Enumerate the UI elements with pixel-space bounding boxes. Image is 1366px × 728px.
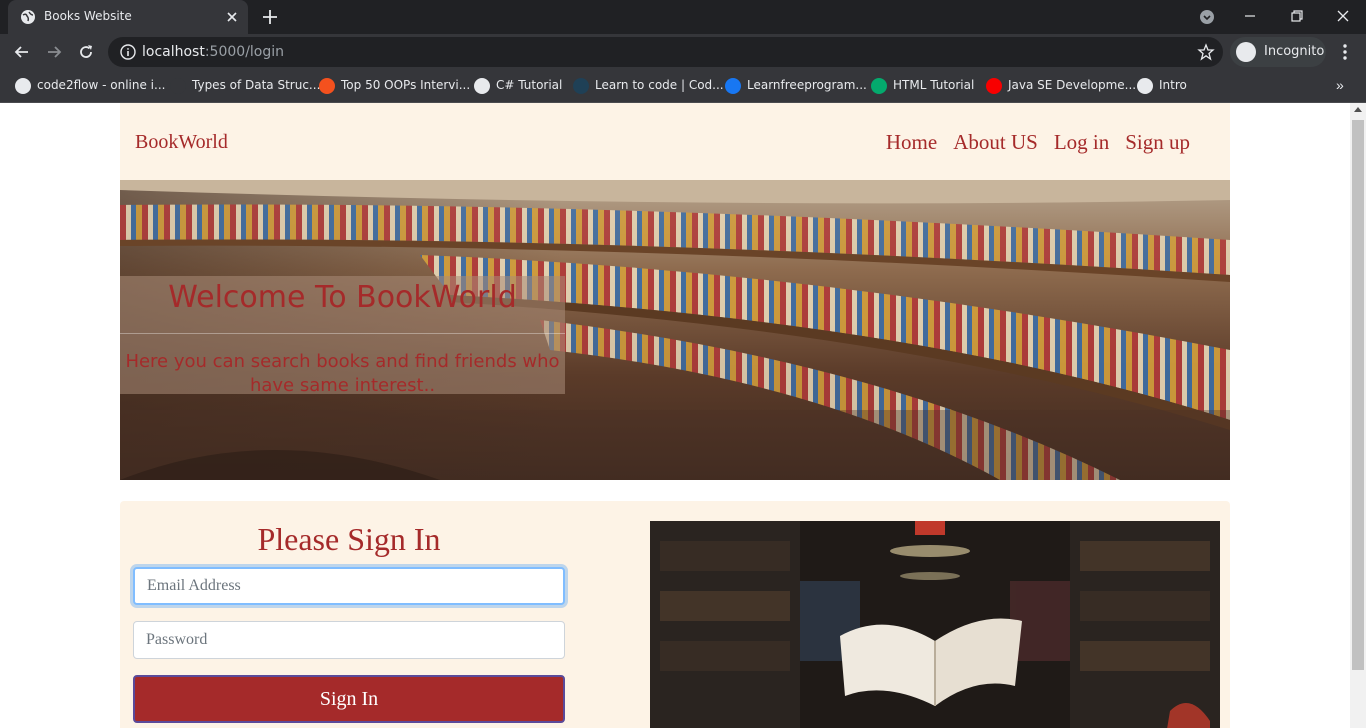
site-navbar: BookWorld Home About US Log in Sign up — [120, 103, 1230, 180]
nav-signup[interactable]: Sign up — [1125, 130, 1190, 155]
password-field[interactable] — [133, 621, 565, 659]
hero-title: Welcome To BookWorld — [168, 280, 517, 315]
minimize-icon[interactable] — [1238, 4, 1262, 28]
g-logo-icon — [319, 78, 335, 94]
bookmark-label: Java SE Developme... — [1008, 78, 1137, 92]
facebook-icon — [725, 78, 741, 94]
browser-tab[interactable]: Books Website — [8, 0, 248, 34]
address-bar[interactable]: localhost:5000/login — [108, 37, 1223, 67]
site-info-icon[interactable] — [120, 44, 136, 60]
bookmark-star-icon[interactable] — [1197, 43, 1215, 61]
globe-icon — [1137, 78, 1153, 94]
email-field[interactable] — [133, 567, 565, 605]
hero-divider — [120, 333, 565, 334]
bookmark-label: Types of Data Struc... — [192, 78, 321, 92]
bookmark-label: HTML Tutorial — [893, 78, 975, 92]
globe-icon — [474, 78, 490, 94]
site-brand[interactable]: BookWorld — [135, 131, 228, 154]
nav-links: Home About US Log in Sign up — [886, 130, 1190, 155]
hero-caption: Welcome To BookWorld Here you can search… — [120, 276, 565, 396]
bookmark-label: Intro — [1159, 78, 1187, 92]
bookmark-label: Learn to code | Cod... — [595, 78, 724, 92]
page-scrollbar[interactable] — [1350, 103, 1366, 728]
library-book-image — [650, 521, 1220, 728]
scrollbar-thumb[interactable] — [1352, 120, 1364, 670]
hero-banner: Welcome To BookWorld Here you can search… — [120, 180, 1230, 480]
nav-login[interactable]: Log in — [1054, 130, 1109, 155]
url-host: localhost — [142, 44, 205, 60]
nav-about[interactable]: About US — [953, 130, 1038, 155]
close-tab-icon[interactable] — [224, 9, 240, 25]
forward-arrow-icon[interactable] — [44, 42, 64, 62]
hero-subtitle: Here you can search books and find frien… — [125, 351, 560, 396]
signin-section: Please Sign In Sign In — [120, 501, 1230, 728]
incognito-icon — [1236, 42, 1256, 62]
signin-button[interactable]: Sign In — [133, 675, 565, 723]
browser-toolbar: localhost:5000/login Incognito — [0, 34, 1366, 70]
globe-icon — [21, 10, 35, 24]
tab-search-icon[interactable] — [1198, 8, 1216, 26]
bookmark-label: code2flow - online i... — [37, 78, 166, 92]
reload-icon[interactable] — [76, 42, 96, 62]
signin-title: Please Sign In — [257, 521, 441, 557]
restore-icon[interactable] — [1285, 4, 1309, 28]
incognito-label: Incognito — [1264, 44, 1325, 59]
bookmark-label: Top 50 OOPs Intervi... — [341, 78, 471, 92]
bookmarks-bar: code2flow - online i... Types of Data St… — [0, 70, 1366, 103]
url-text[interactable]: localhost:5000/login — [142, 44, 284, 60]
bookmark-label: C# Tutorial — [496, 78, 563, 92]
tab-title: Books Website — [44, 9, 132, 23]
globe-icon — [15, 78, 31, 94]
bookmarks-overflow-icon[interactable]: » — [1336, 77, 1344, 93]
nav-home[interactable]: Home — [886, 130, 937, 155]
codecademy-icon — [573, 78, 589, 94]
oracle-icon — [986, 78, 1002, 94]
page-viewport: BookWorld Home About US Log in Sign up W… — [0, 103, 1350, 728]
incognito-chip[interactable]: Incognito — [1230, 37, 1326, 67]
bookmark-label: Learnfreeprogram... — [747, 78, 867, 92]
blank-page-icon — [170, 78, 186, 94]
back-arrow-icon[interactable] — [12, 42, 32, 62]
browser-tabstrip: Books Website — [0, 0, 1366, 34]
new-tab-icon[interactable] — [261, 8, 279, 26]
more-menu-icon[interactable] — [1335, 42, 1355, 62]
close-window-icon[interactable] — [1331, 4, 1355, 28]
w3schools-icon — [871, 78, 887, 94]
url-path: :5000/login — [204, 44, 285, 60]
scroll-up-arrow-icon[interactable] — [1354, 107, 1362, 112]
